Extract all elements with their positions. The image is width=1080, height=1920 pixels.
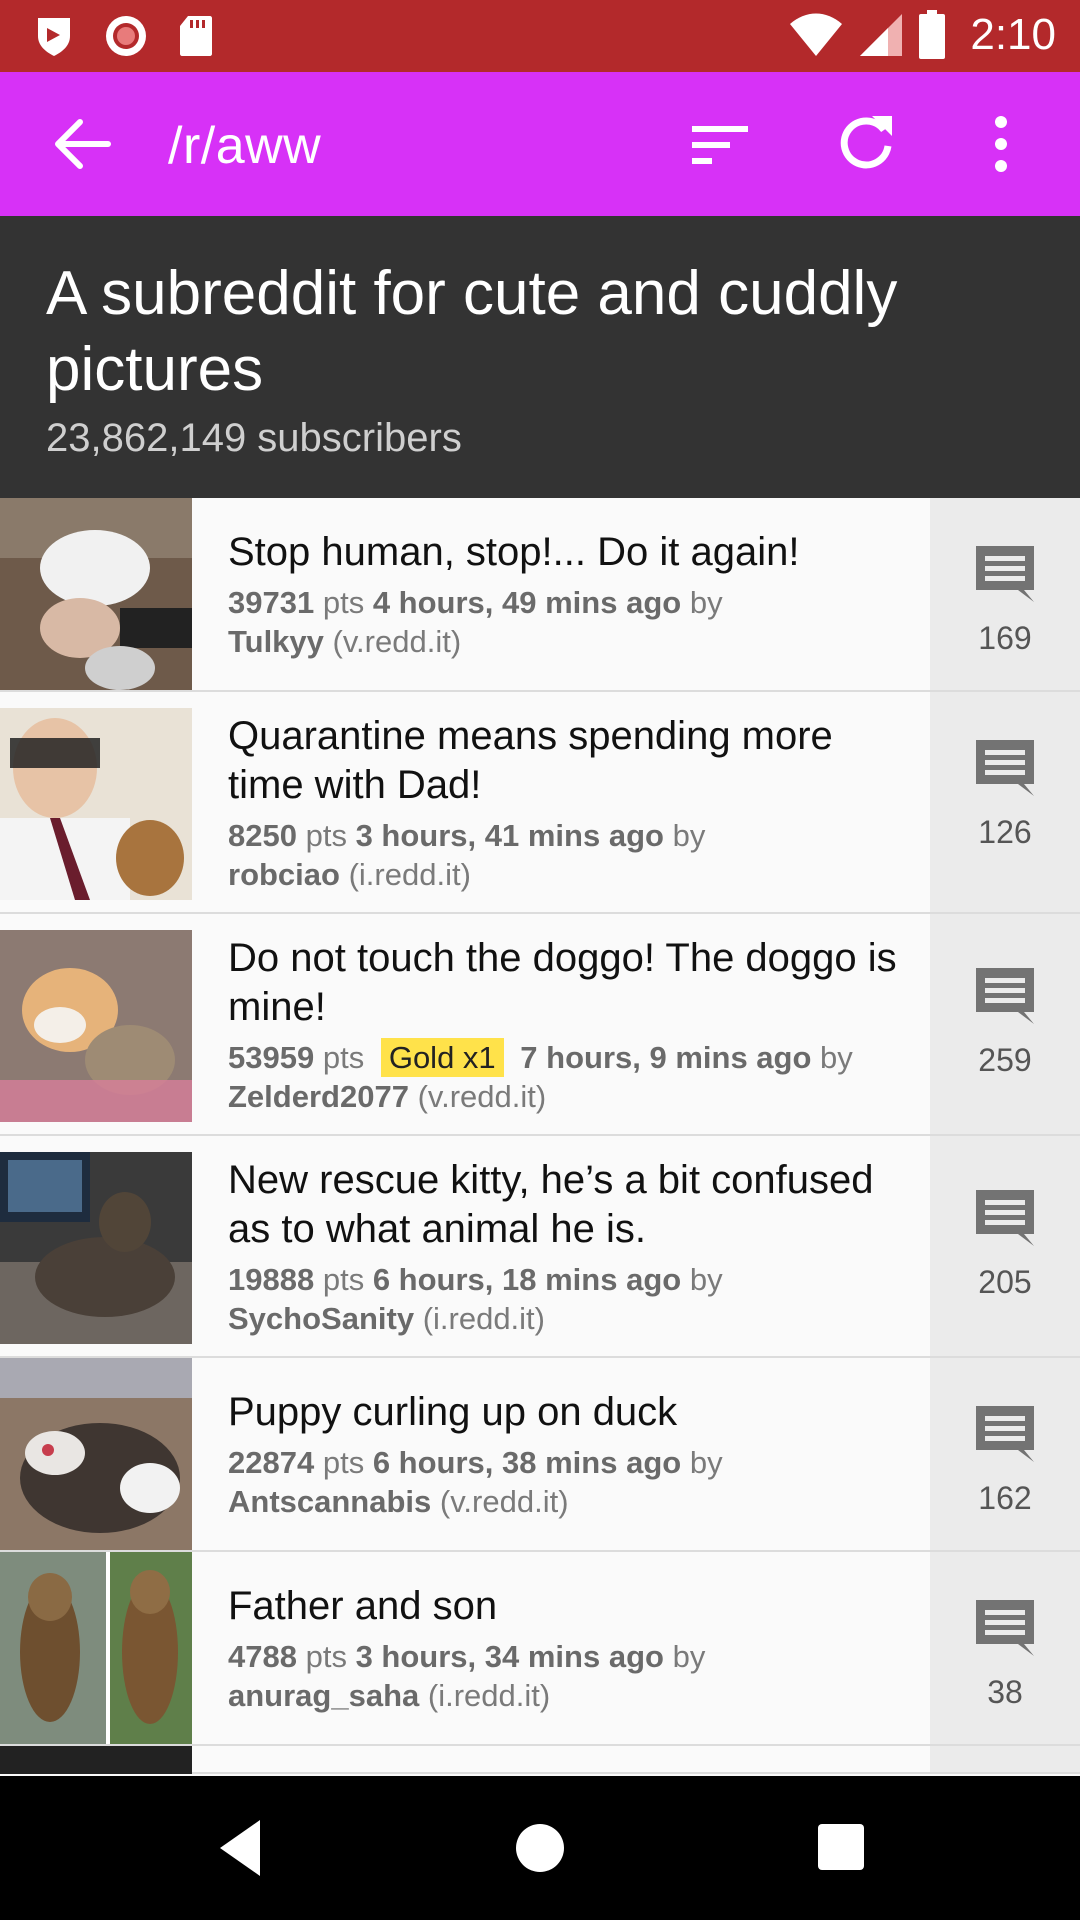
comments-button[interactable]: 38 <box>930 1552 1080 1744</box>
comments-button[interactable] <box>930 1746 1080 1772</box>
comments-button[interactable]: 162 <box>930 1358 1080 1550</box>
post-time: 6 hours, 18 mins ago <box>372 1262 682 1297</box>
comment-count: 126 <box>978 814 1032 850</box>
gold-badge: Gold x1 <box>380 1038 504 1077</box>
post-title[interactable]: Quarantine means spending more time with… <box>228 712 908 810</box>
more-vert-icon[interactable] <box>986 112 1016 176</box>
post-item[interactable]: Do not touch the doggo! The doggo is min… <box>0 914 1080 1136</box>
post-domain: (i.redd.it) <box>348 857 471 892</box>
comment-icon <box>976 740 1034 796</box>
post-thumbnail[interactable] <box>0 1152 192 1344</box>
post-domain: (i.redd.it) <box>422 1301 545 1336</box>
comment-count: 38 <box>987 1674 1023 1710</box>
refresh-icon[interactable] <box>836 112 896 172</box>
post-author[interactable]: anurag_saha <box>228 1678 419 1713</box>
post-time: 3 hours, 41 mins ago <box>355 818 664 853</box>
post-time: 6 hours, 38 mins ago <box>372 1445 682 1480</box>
post-time: 3 hours, 34 mins ago <box>355 1639 664 1674</box>
post-title[interactable]: Stop human, stop!... Do it again! <box>228 528 908 577</box>
comments-button[interactable]: 259 <box>930 914 1080 1134</box>
post-domain: (i.redd.it) <box>427 1678 551 1713</box>
post-title[interactable]: Father and son <box>228 1582 908 1631</box>
post-domain: (v.redd.it) <box>417 1079 547 1114</box>
comments-button[interactable]: 205 <box>930 1136 1080 1356</box>
comment-count: 259 <box>978 1042 1032 1078</box>
post-thumbnail[interactable] <box>0 1746 192 1774</box>
wifi-icon <box>790 13 843 56</box>
post-item-partial[interactable] <box>0 1746 1080 1774</box>
comment-icon <box>976 968 1034 1024</box>
post-title[interactable]: Puppy curling up on duck <box>228 1388 908 1437</box>
post-thumbnail[interactable] <box>0 930 192 1122</box>
subscriber-count: 23,862,149 subscribers <box>46 416 462 460</box>
post-points: 22874 <box>228 1445 315 1480</box>
recents-square-icon[interactable] <box>818 1824 864 1870</box>
post-time: 7 hours, 9 mins ago <box>520 1040 812 1075</box>
post-meta: 19888 pts 6 hours, 18 mins ago by SychoS… <box>228 1262 723 1336</box>
post-item[interactable]: Stop human, stop!... Do it again! 39731 … <box>0 498 1080 692</box>
post-meta: 4788 pts 3 hours, 34 mins ago by anurag_… <box>228 1639 706 1713</box>
post-title[interactable]: New rescue kitty, he’s a bit confused as… <box>228 1156 908 1254</box>
post-domain: (v.redd.it) <box>439 1484 569 1519</box>
post-thumbnail[interactable] <box>0 1552 192 1744</box>
post-author[interactable]: SychoSanity <box>228 1301 414 1336</box>
comment-icon <box>976 1600 1034 1656</box>
post-domain: (v.redd.it) <box>332 624 462 659</box>
post-author[interactable]: robciao <box>228 857 340 892</box>
back-triangle-icon[interactable] <box>216 1818 264 1878</box>
comment-count: 205 <box>978 1264 1032 1300</box>
post-meta: 53959 pts Gold x1 7 hours, 9 mins ago by… <box>228 1038 853 1114</box>
comment-icon <box>976 1190 1034 1246</box>
post-author[interactable]: Antscannabis <box>228 1484 431 1519</box>
signal-icon <box>860 14 903 56</box>
system-nav-bar <box>0 1776 1080 1920</box>
post-meta: 8250 pts 3 hours, 41 mins ago by robciao… <box>228 818 706 892</box>
post-thumbnail[interactable] <box>0 708 192 900</box>
sd-card-icon <box>180 16 212 56</box>
post-meta: 39731 pts 4 hours, 49 mins ago by Tulkyy… <box>228 585 723 659</box>
post-points: 8250 <box>228 818 297 853</box>
battery-icon <box>919 10 946 59</box>
post-points: 19888 <box>228 1262 315 1297</box>
subreddit-header: A subreddit for cute and cuddly pictures… <box>0 216 1080 498</box>
comment-count: 169 <box>978 620 1032 656</box>
post-points: 39731 <box>228 585 315 620</box>
post-title[interactable]: Do not touch the doggo! The doggo is min… <box>228 934 908 1032</box>
post-list[interactable]: Stop human, stop!... Do it again! 39731 … <box>0 498 1080 1774</box>
post-item[interactable]: Quarantine means spending more time with… <box>0 692 1080 914</box>
post-author[interactable]: Tulkyy <box>228 624 324 659</box>
subreddit-description: A subreddit for cute and cuddly pictures <box>46 259 898 404</box>
comments-button[interactable]: 126 <box>930 692 1080 912</box>
comments-button[interactable]: 169 <box>930 498 1080 690</box>
post-item[interactable]: New rescue kitty, he’s a bit confused as… <box>0 1136 1080 1358</box>
app-bar: /r/aww <box>0 72 1080 216</box>
post-points: 53959 <box>228 1040 315 1075</box>
shield-icon <box>38 18 70 56</box>
post-author[interactable]: Zelderd2077 <box>228 1079 409 1114</box>
back-arrow-icon[interactable] <box>50 114 114 174</box>
post-thumbnail[interactable] <box>0 498 192 690</box>
post-meta: 22874 pts 6 hours, 38 mins ago by Antsca… <box>228 1445 723 1519</box>
status-time: 2:10 <box>970 10 1056 59</box>
post-item[interactable]: Father and son 4788 pts 3 hours, 34 mins… <box>0 1552 1080 1746</box>
comment-icon <box>976 1406 1034 1462</box>
subreddit-title: /r/aww <box>168 117 322 175</box>
home-circle-icon[interactable] <box>516 1824 564 1872</box>
comment-icon <box>976 546 1034 602</box>
sort-icon[interactable] <box>690 118 750 170</box>
post-thumbnail[interactable] <box>0 1358 192 1550</box>
post-points: 4788 <box>228 1639 297 1674</box>
post-item[interactable]: Puppy curling up on duck 22874 pts 6 hou… <box>0 1358 1080 1552</box>
comment-count: 162 <box>978 1480 1032 1516</box>
status-bar: 2:10 <box>0 0 1080 72</box>
post-time: 4 hours, 49 mins ago <box>372 585 682 620</box>
record-icon <box>106 16 146 56</box>
